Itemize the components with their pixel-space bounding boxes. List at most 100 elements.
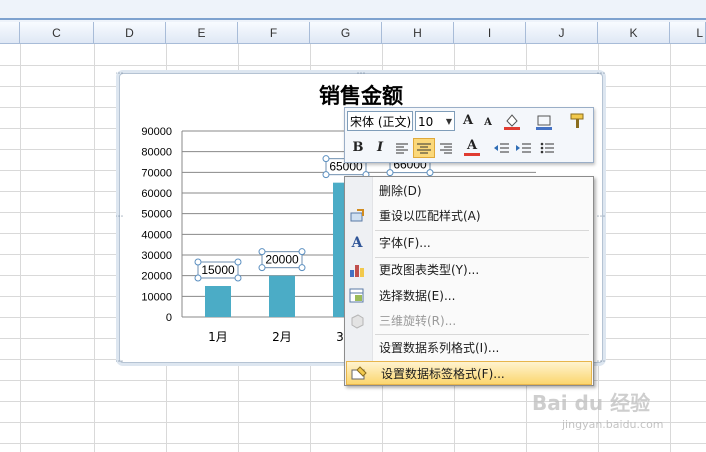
menu-separator <box>375 334 589 335</box>
chevron-down-icon: ▼ <box>445 117 452 126</box>
italic-button[interactable]: I <box>369 138 391 158</box>
menu-item-change-chart-type[interactable]: 更改图表类型(Y)... <box>345 258 591 282</box>
selection-handle[interactable] <box>258 264 266 272</box>
resize-grip-icon[interactable]: ⋯ <box>597 357 606 366</box>
column-header-k[interactable]: K <box>598 22 670 44</box>
chart-type-icon <box>349 262 365 278</box>
resize-grip-icon[interactable]: ⋯ <box>357 70 366 79</box>
column-header-d[interactable]: D <box>94 22 166 44</box>
selection-handle[interactable] <box>234 258 242 266</box>
format-label-icon <box>351 366 367 382</box>
menu-item-label: 删除(D) <box>379 184 422 198</box>
selection-handle[interactable] <box>258 248 266 256</box>
resize-grip-icon[interactable]: ⋯ <box>116 357 124 366</box>
context-menu: 删除(D) 重设以匹配样式(A) A 字体(F)... 更改图表类型(Y)...… <box>344 176 594 386</box>
font-name-value: 宋体 (正文) <box>350 115 412 129</box>
format-painter-icon[interactable] <box>567 111 589 131</box>
resize-grip-icon[interactable]: ⋯ <box>597 212 606 222</box>
watermark-brand: Bai du 经验 <box>532 391 651 415</box>
y-tick-label: 70000 <box>141 167 172 179</box>
column-header-e[interactable]: E <box>166 22 238 44</box>
y-tick-label: 20000 <box>141 271 172 283</box>
selection-handle[interactable] <box>194 274 202 282</box>
font-color-letter: A <box>466 138 478 153</box>
font-size-value: 10 <box>418 115 434 129</box>
menu-item-font[interactable]: A 字体(F)... <box>345 231 591 255</box>
y-tick-label: 80000 <box>141 147 172 159</box>
selection-handle[interactable] <box>386 169 394 177</box>
reset-style-icon <box>349 208 365 224</box>
font-size-select[interactable]: 10 ▼ <box>415 111 455 131</box>
grid-row-line <box>0 443 706 444</box>
menu-item-select-data[interactable]: 选择数据(E)... <box>345 284 591 308</box>
resize-grip-icon[interactable]: ⋯ <box>116 70 124 79</box>
column-header-f[interactable]: F <box>238 22 310 44</box>
align-left-icon[interactable] <box>391 138 413 158</box>
column-header-g[interactable]: G <box>310 22 382 44</box>
increase-indent-icon[interactable] <box>513 138 535 158</box>
outline-color-icon[interactable] <box>533 111 555 131</box>
grid-column-line <box>94 44 95 452</box>
font-color-button[interactable]: A <box>461 136 483 156</box>
y-tick-label: 90000 <box>141 126 172 138</box>
watermark-site: jingyan.baidu.com <box>562 418 664 431</box>
mini-toolbar: 宋体 (正文) 10 ▼ A A B I A <box>344 107 594 163</box>
y-tick-label: 60000 <box>141 188 172 200</box>
column-header-c[interactable]: C <box>20 22 94 44</box>
column-header-j[interactable]: J <box>526 22 598 44</box>
grid-column-line <box>670 44 671 452</box>
y-tick-label: 50000 <box>141 209 172 221</box>
y-tick-label: 30000 <box>141 250 172 262</box>
selection-handle[interactable] <box>234 274 242 282</box>
shrink-font-button[interactable]: A <box>477 113 499 133</box>
menu-item-delete[interactable]: 删除(D) <box>345 179 591 203</box>
select-data-icon <box>349 288 365 304</box>
menu-item-label: 重设以匹配样式(A) <box>379 209 481 223</box>
fill-color-icon[interactable] <box>501 111 523 131</box>
ribbon-edge <box>0 0 706 23</box>
column-header-l[interactable]: L <box>670 22 706 44</box>
menu-item-label: 更改图表类型(Y)... <box>379 263 480 277</box>
align-right-icon[interactable] <box>435 138 457 158</box>
column-header-spacer <box>0 22 20 44</box>
menu-item-label: 三维旋转(R)... <box>379 314 457 328</box>
menu-item-format-data-labels[interactable]: 设置数据标签格式(F)... <box>346 361 592 385</box>
spreadsheet: C D E F G H I J K L 销售金额 0 10000 20000 3000… <box>0 0 706 452</box>
align-center-icon[interactable] <box>413 138 435 158</box>
y-tick-label: 40000 <box>141 229 172 241</box>
selection-handle[interactable] <box>426 169 434 177</box>
grid-row-line <box>0 65 706 66</box>
menu-item-3d-rotation: 三维旋转(R)... <box>345 309 591 333</box>
selection-handle[interactable] <box>298 264 306 272</box>
column-header-h[interactable]: H <box>382 22 454 44</box>
grow-font-button[interactable]: A <box>457 111 479 131</box>
menu-item-reset-style[interactable]: 重设以匹配样式(A) <box>345 204 591 228</box>
bold-button[interactable]: B <box>347 138 369 158</box>
column-header-i[interactable]: I <box>454 22 526 44</box>
bullets-icon[interactable] <box>537 138 559 158</box>
x-tick-label: 1月 <box>208 330 228 344</box>
resize-grip-icon[interactable]: ⋯ <box>116 212 124 222</box>
selection-handle[interactable] <box>322 171 330 179</box>
menu-item-format-series[interactable]: 设置数据系列格式(I)... <box>345 336 591 360</box>
data-label[interactable]: 20000 <box>265 253 299 267</box>
menu-item-label: 字体(F)... <box>379 236 431 250</box>
y-tick-label: 0 <box>166 312 172 324</box>
rotation-3d-icon <box>349 313 365 329</box>
bar[interactable] <box>269 275 295 317</box>
bar[interactable] <box>205 286 231 317</box>
menu-item-label: 选择数据(E)... <box>379 289 456 303</box>
selection-handle[interactable] <box>298 248 306 256</box>
decrease-indent-icon[interactable] <box>491 138 513 158</box>
font-name-select[interactable]: 宋体 (正文) <box>347 111 413 131</box>
resize-grip-icon[interactable]: ⋯ <box>597 70 606 79</box>
grid-column-line <box>20 44 21 452</box>
menu-item-label: 设置数据系列格式(I)... <box>379 341 500 355</box>
font-icon: A <box>351 235 363 251</box>
x-tick-label: 2月 <box>272 330 292 344</box>
selection-handle[interactable] <box>322 155 330 163</box>
menu-item-label: 设置数据标签格式(F)... <box>381 367 505 381</box>
selection-handle[interactable] <box>194 258 202 266</box>
data-label[interactable]: 15000 <box>201 263 235 277</box>
y-tick-label: 10000 <box>141 291 172 303</box>
